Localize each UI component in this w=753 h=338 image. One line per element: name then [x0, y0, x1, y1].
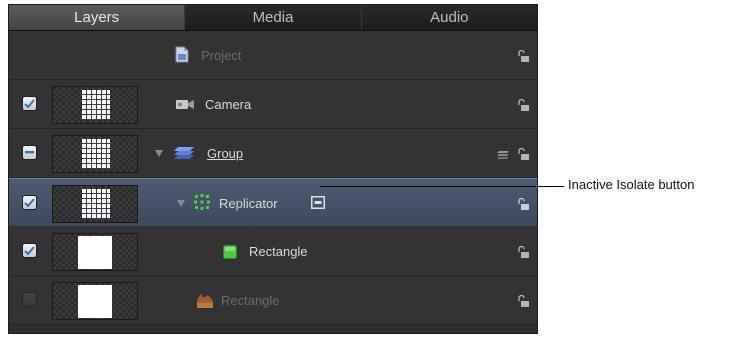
camera-icon [175, 98, 195, 116]
unlock-icon[interactable] [517, 294, 529, 312]
layer-thumbnail [52, 282, 138, 320]
disclosure-triangle-icon[interactable] [177, 200, 185, 207]
layer-thumbnail [52, 86, 138, 124]
layer-label: Rectangle [221, 293, 280, 308]
layer-thumbnail [52, 233, 138, 271]
tab-media[interactable]: Media [185, 5, 362, 30]
activation-checkbox[interactable] [22, 145, 37, 160]
layer-label: Camera [205, 97, 252, 112]
layer-row-rectangle-inactive[interactable]: Rectangle [9, 276, 537, 325]
layer-row-group[interactable]: Group [9, 129, 537, 178]
tab-audio[interactable]: Audio [362, 5, 537, 30]
replicator-icon [193, 193, 211, 216]
project-file-icon [175, 46, 189, 68]
layers-panel: Layers Media Audio Project Camera Group … [8, 4, 538, 334]
checkmark-icon [24, 98, 35, 108]
layer-label: Replicator [219, 196, 278, 211]
activation-checkbox[interactable] [22, 292, 37, 307]
layer-row-camera[interactable]: Camera [9, 80, 537, 129]
layer-label: Project [201, 48, 242, 63]
unlock-icon[interactable] [517, 197, 529, 215]
group-isolate-icon[interactable] [496, 148, 510, 166]
activation-checkbox[interactable] [22, 195, 37, 210]
layer-row-rectangle[interactable]: Rectangle [9, 227, 537, 276]
layer-thumbnail [52, 185, 138, 223]
layers-list: Project Camera Group Replicator Rectangl… [9, 31, 537, 325]
replicator-grid-thumbnail [82, 139, 110, 169]
rectangle-thumbnail [78, 236, 112, 269]
replicator-grid-thumbnail [82, 90, 110, 120]
unlock-icon[interactable] [517, 245, 529, 263]
unlock-icon[interactable] [517, 49, 529, 67]
layer-label: Group [207, 146, 244, 161]
checkmark-icon [24, 197, 35, 207]
checkmark-icon [24, 245, 35, 255]
tab-layers[interactable]: Layers [9, 5, 186, 30]
layer-thumbnail [52, 135, 138, 173]
unlock-icon[interactable] [517, 147, 529, 165]
callout-label: Inactive Isolate button [568, 177, 695, 192]
rectangle-thumbnail [78, 285, 112, 318]
tab-bar: Layers Media Audio [9, 5, 537, 31]
disclosure-triangle-icon[interactable] [155, 150, 163, 157]
unlock-icon[interactable] [517, 98, 529, 116]
layer-row-project[interactable]: Project [9, 31, 537, 80]
callout-line [320, 186, 564, 187]
mixed-state-icon [25, 151, 34, 154]
image-layer-icon [195, 292, 215, 314]
activation-checkbox[interactable] [22, 243, 37, 258]
activation-checkbox[interactable] [22, 96, 37, 111]
isolate-button-icon[interactable] [311, 196, 325, 214]
replicator-grid-thumbnail [82, 189, 110, 219]
layer-label: Rectangle [249, 244, 308, 259]
group-layers-icon [173, 146, 195, 165]
shape-rectangle-icon [223, 245, 237, 264]
